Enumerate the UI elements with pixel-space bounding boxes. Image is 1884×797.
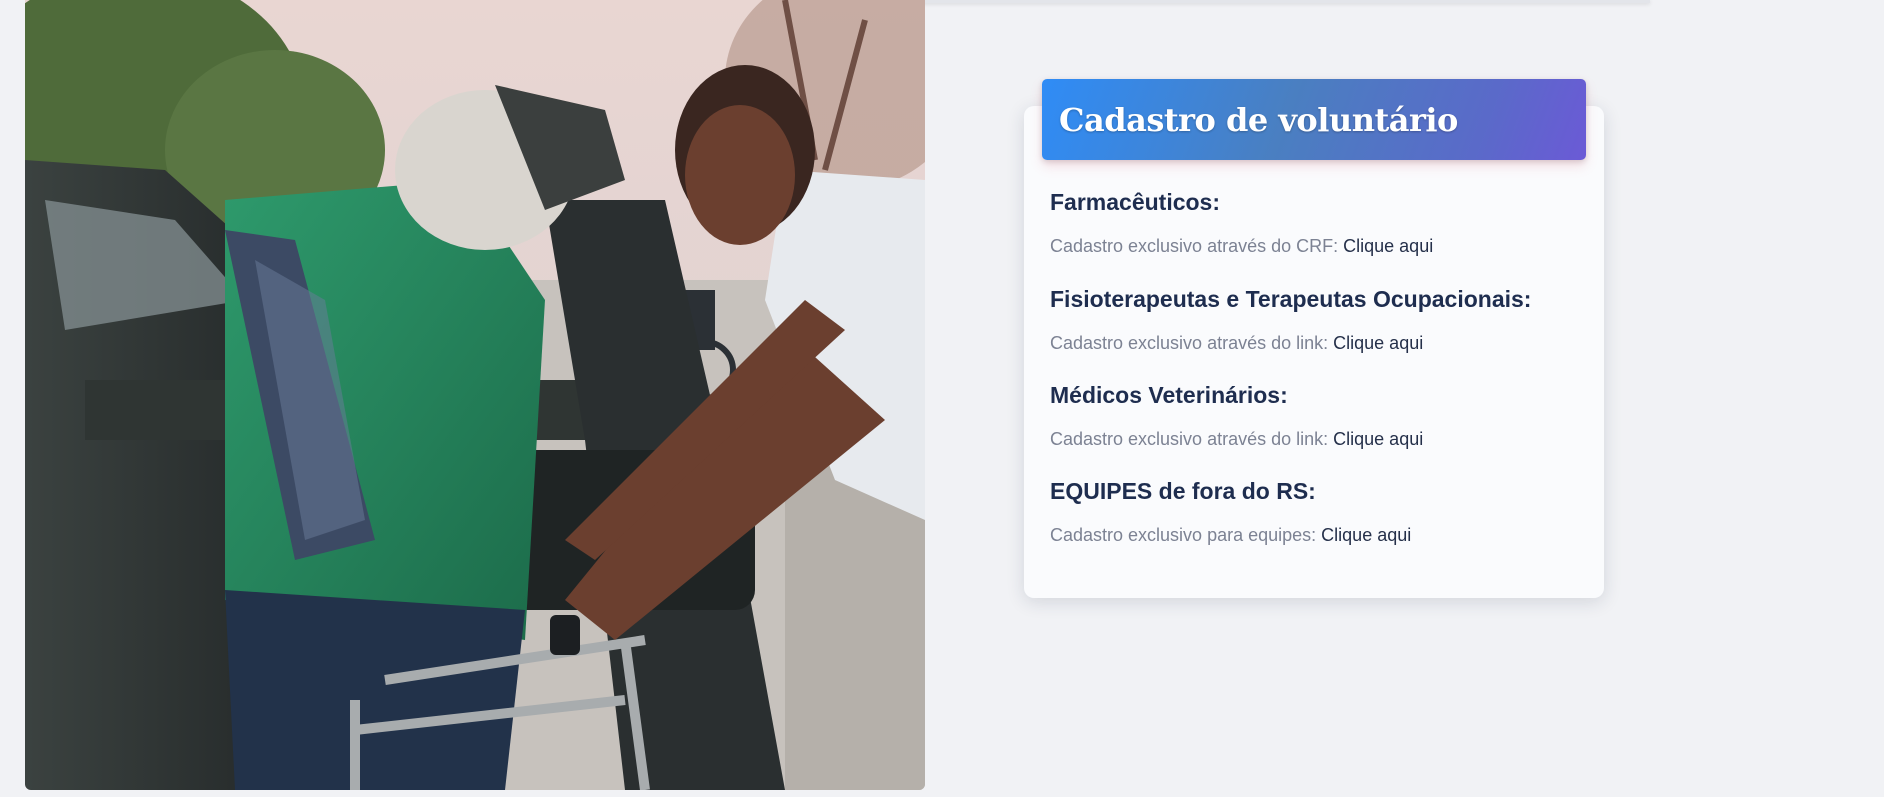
section-external-teams: EQUIPES de fora do RS: Cadastro exclusiv… — [1050, 478, 1411, 545]
card-title: Cadastro de voluntário — [1059, 100, 1458, 139]
section-description: Cadastro exclusivo através do link: — [1050, 333, 1329, 353]
section-text: Cadastro exclusivo através do CRF: Cliqu… — [1050, 236, 1433, 257]
section-text: Cadastro exclusivo para equipes: Clique … — [1050, 525, 1411, 546]
register-link[interactable]: Clique aqui — [1321, 525, 1411, 545]
section-text: Cadastro exclusivo através do link: Cliq… — [1050, 333, 1423, 354]
register-link[interactable]: Clique aqui — [1333, 429, 1423, 449]
card-header: Cadastro de voluntário — [1042, 79, 1586, 160]
section-heading: EQUIPES de fora do RS: — [1050, 478, 1316, 504]
section-physiotherapists: Fisioterapeutas e Terapeutas Ocupacionai… — [1050, 286, 1532, 353]
register-link[interactable]: Clique aqui — [1333, 333, 1423, 353]
section-description: Cadastro exclusivo através do CRF: — [1050, 236, 1339, 256]
section-pharmacists: Farmacêuticos: Cadastro exclusivo atravé… — [1050, 189, 1433, 256]
section-heading: Fisioterapeutas e Terapeutas Ocupacionai… — [1050, 286, 1532, 312]
section-heading: Farmacêuticos: — [1050, 189, 1221, 215]
section-veterinarians: Médicos Veterinários: Cadastro exclusivo… — [1050, 382, 1423, 449]
section-description: Cadastro exclusivo para equipes: — [1050, 525, 1317, 545]
section-heading: Médicos Veterinários: — [1050, 382, 1288, 408]
register-link[interactable]: Clique aqui — [1343, 236, 1433, 256]
volunteer-photo — [25, 0, 925, 790]
section-description: Cadastro exclusivo através do link: — [1050, 429, 1329, 449]
section-text: Cadastro exclusivo através do link: Cliq… — [1050, 429, 1423, 450]
